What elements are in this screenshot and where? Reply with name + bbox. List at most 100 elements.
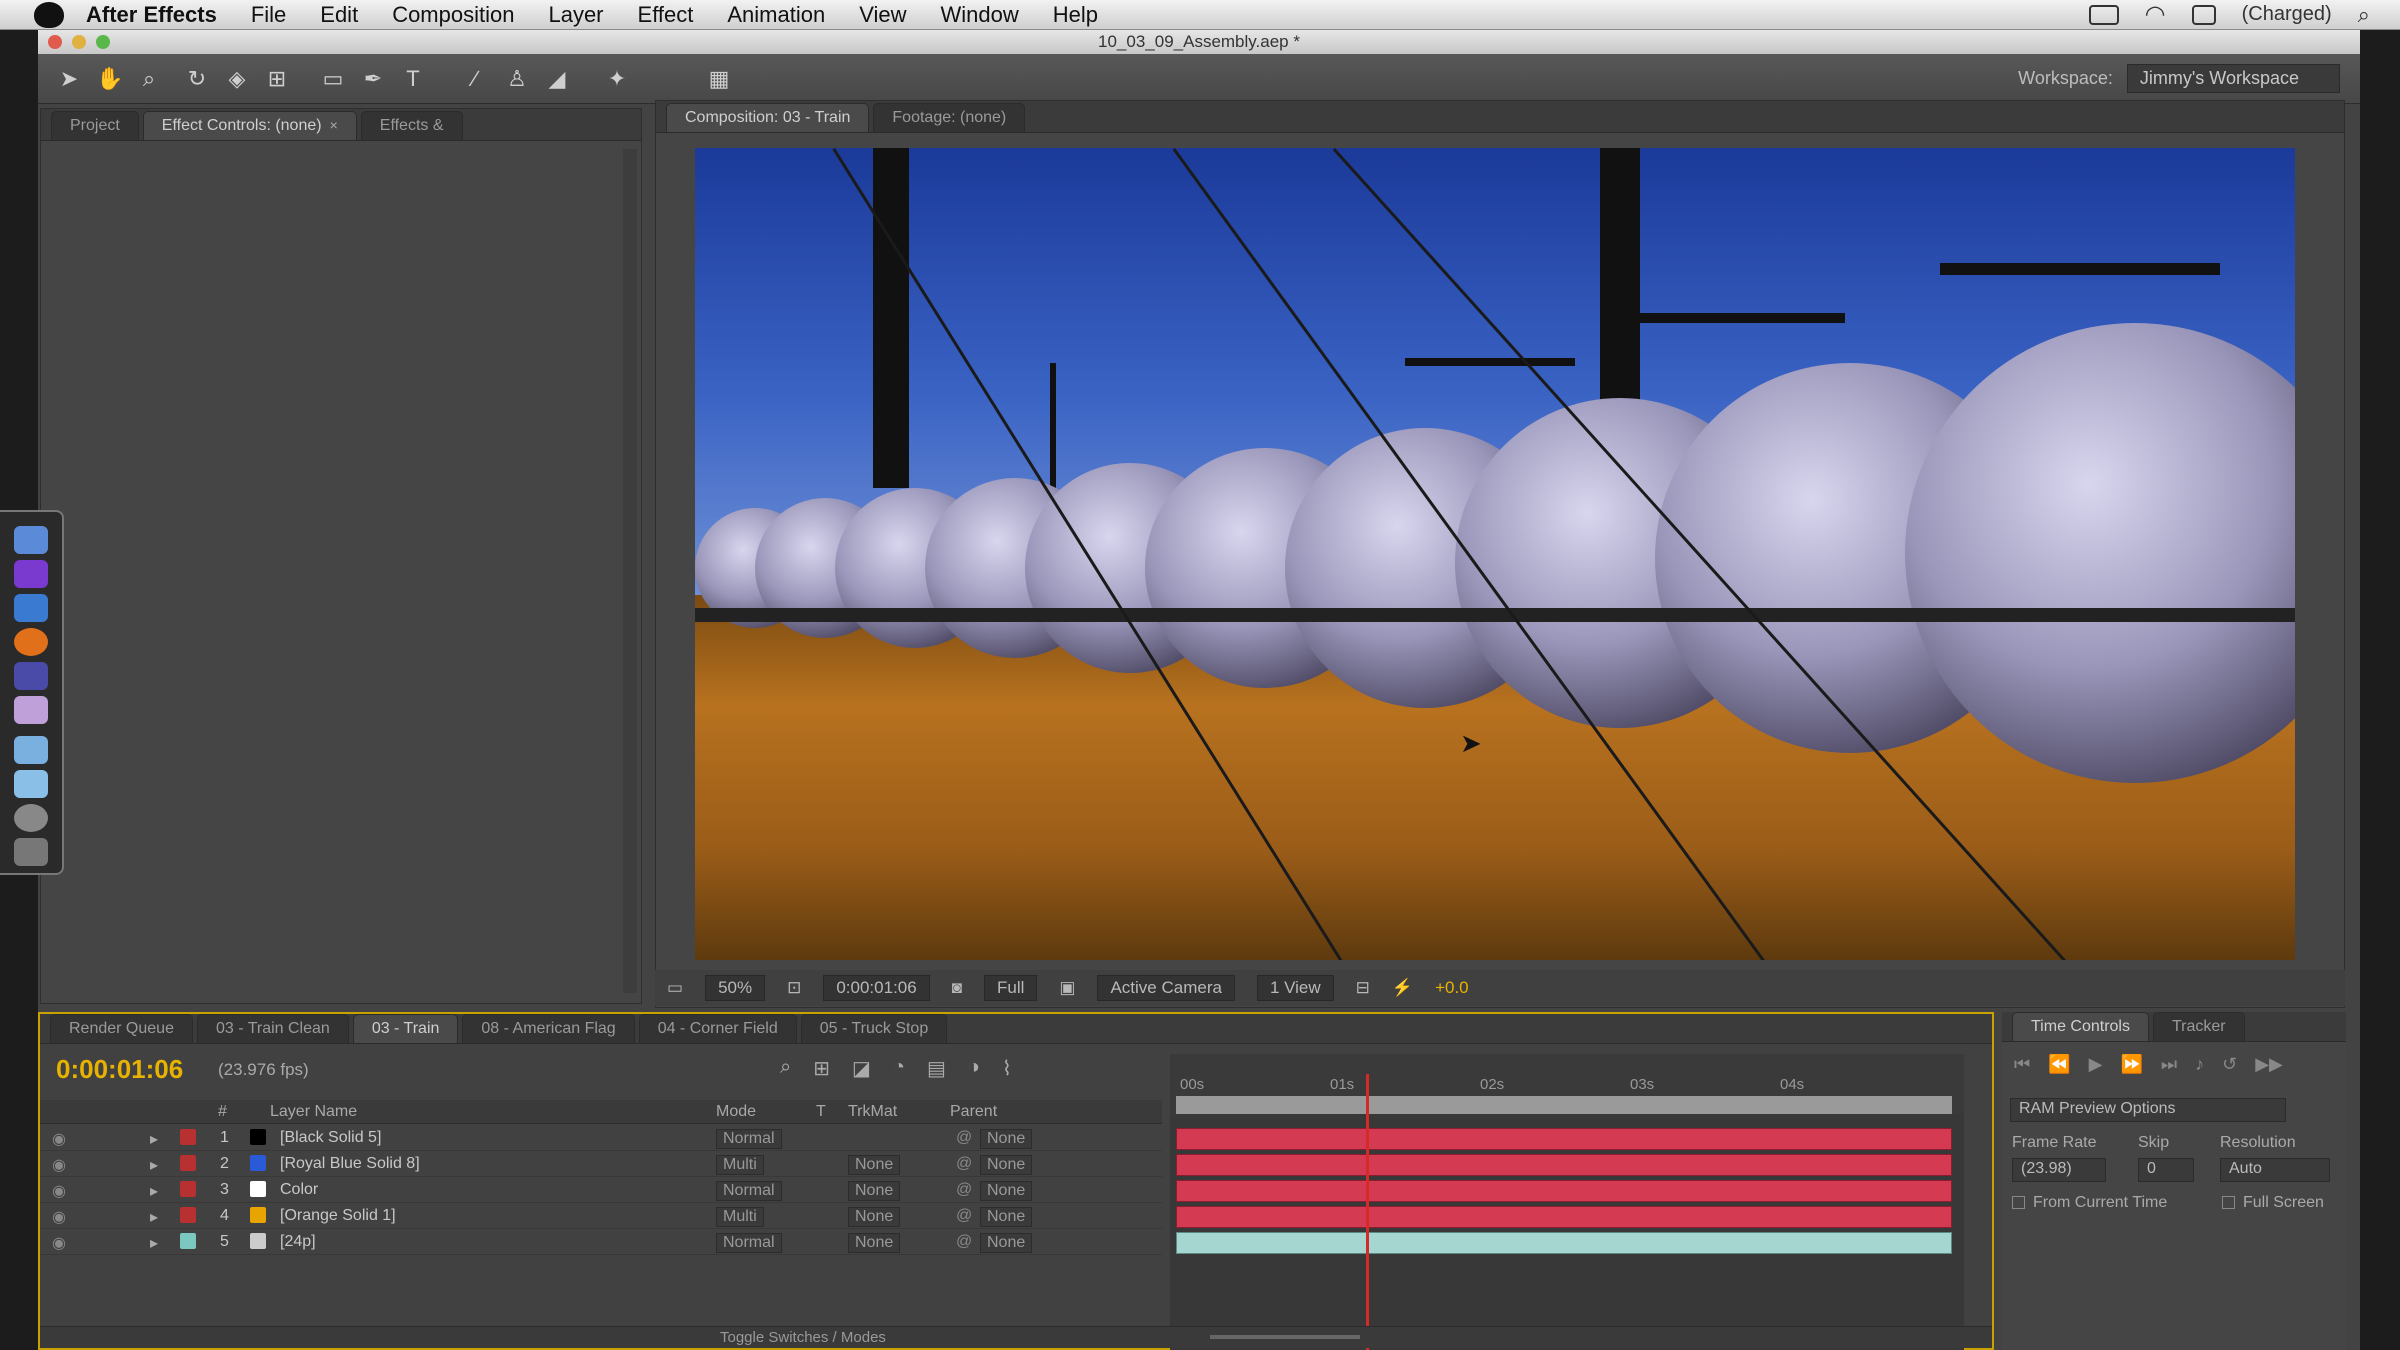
checkbox-icon[interactable] bbox=[2012, 1196, 2025, 1210]
expand-arrow-icon[interactable]: ▸ bbox=[150, 1129, 158, 1149]
camera-tool-icon[interactable]: ◈ bbox=[224, 66, 250, 92]
draft-3d-icon[interactable]: ◪ bbox=[852, 1056, 871, 1081]
tab-effects-presets[interactable]: Effects & bbox=[360, 111, 463, 140]
toggle-pixel-aspect-icon[interactable]: ⊟ bbox=[1356, 978, 1370, 998]
previous-frame-icon[interactable]: ⏪ bbox=[2048, 1054, 2070, 1075]
trkmat-select[interactable]: None bbox=[848, 1155, 901, 1175]
app-name[interactable]: After Effects bbox=[86, 2, 217, 28]
layer-bar[interactable] bbox=[1176, 1232, 1952, 1254]
menu-view[interactable]: View bbox=[859, 2, 906, 28]
first-frame-icon[interactable]: ⏮ bbox=[2014, 1054, 2030, 1075]
view-layout-select[interactable]: 1 View bbox=[1256, 975, 1334, 1001]
expand-arrow-icon[interactable]: ▸ bbox=[150, 1233, 158, 1253]
table-row[interactable]: ◉ ▸ 4 [Orange Solid 1] Multi None @ None bbox=[40, 1204, 1162, 1229]
close-icon[interactable]: × bbox=[330, 117, 338, 133]
expand-arrow-icon[interactable]: ▸ bbox=[150, 1155, 158, 1175]
apple-icon[interactable] bbox=[34, 1, 64, 28]
pickwhip-icon[interactable]: @ bbox=[956, 1155, 972, 1173]
layer-bar[interactable] bbox=[1176, 1154, 1952, 1176]
layer-name[interactable]: [Black Solid 5] bbox=[280, 1129, 381, 1147]
menu-edit[interactable]: Edit bbox=[320, 2, 358, 28]
work-area-bar[interactable] bbox=[1176, 1096, 1952, 1114]
checkbox-icon[interactable] bbox=[2222, 1196, 2235, 1210]
frame-blending-icon[interactable]: ▤ bbox=[927, 1056, 946, 1081]
skip-select[interactable]: 0 bbox=[2138, 1158, 2194, 1182]
tab-train-clean[interactable]: 03 - Train Clean bbox=[196, 1014, 349, 1043]
zoom-window-icon[interactable] bbox=[96, 35, 110, 49]
camera-select[interactable]: Active Camera bbox=[1097, 975, 1235, 1001]
resolution-select[interactable]: Auto bbox=[2220, 1158, 2330, 1182]
brush-tool-icon[interactable]: ∕ bbox=[462, 66, 488, 92]
label-color[interactable] bbox=[180, 1155, 196, 1171]
table-row[interactable]: ◉ ▸ 3 Color Normal None @ None bbox=[40, 1178, 1162, 1203]
comp-mini-flowchart-icon[interactable]: ⊞ bbox=[813, 1056, 830, 1081]
rectangle-tool-icon[interactable]: ▭ bbox=[320, 66, 346, 92]
ram-preview-select[interactable]: RAM Preview Options bbox=[2010, 1098, 2286, 1122]
frame-rate-select[interactable]: (23.98) bbox=[2012, 1158, 2106, 1182]
tab-tracker[interactable]: Tracker bbox=[2152, 1012, 2245, 1041]
battery-status[interactable]: (Charged) bbox=[2242, 3, 2332, 26]
zoom-tool-icon[interactable]: ⌕ bbox=[136, 66, 162, 92]
magnification-select[interactable]: 50% bbox=[705, 975, 766, 1001]
layer-bar[interactable] bbox=[1176, 1180, 1952, 1202]
folder-icon[interactable] bbox=[14, 770, 48, 798]
trkmat-select[interactable]: None bbox=[848, 1233, 901, 1253]
mode-select[interactable]: Normal bbox=[716, 1181, 782, 1201]
panel-scrollbar[interactable] bbox=[623, 149, 637, 993]
eye-icon[interactable]: ◉ bbox=[52, 1181, 66, 1201]
menu-composition[interactable]: Composition bbox=[392, 2, 514, 28]
snapshot-icon[interactable]: ◙ bbox=[952, 978, 962, 998]
time-ruler[interactable]: 00s 01s 02s 03s 04s bbox=[1170, 1054, 1964, 1114]
tab-composition[interactable]: Composition: 03 - Train bbox=[666, 103, 870, 132]
mode-select[interactable]: Normal bbox=[716, 1233, 782, 1253]
wifi-icon[interactable]: ◠ bbox=[2145, 0, 2166, 29]
table-row[interactable]: ◉ ▸ 1 [Black Solid 5] Normal @ None bbox=[40, 1126, 1162, 1151]
menu-help[interactable]: Help bbox=[1053, 2, 1098, 28]
puppet-pin-icon[interactable]: ✦ bbox=[604, 66, 630, 92]
eye-icon[interactable]: ◉ bbox=[52, 1129, 66, 1149]
last-frame-icon[interactable]: ⏭ bbox=[2161, 1054, 2177, 1075]
tab-footage[interactable]: Footage: (none) bbox=[873, 103, 1026, 132]
pickwhip-icon[interactable]: @ bbox=[956, 1181, 972, 1199]
menu-window[interactable]: Window bbox=[941, 2, 1019, 28]
parent-select[interactable]: None bbox=[980, 1155, 1033, 1175]
expand-arrow-icon[interactable]: ▸ bbox=[150, 1181, 158, 1201]
tab-project[interactable]: Project bbox=[51, 111, 139, 140]
trash-icon[interactable] bbox=[14, 838, 48, 866]
trkmat-select[interactable]: None bbox=[848, 1207, 901, 1227]
loop-icon[interactable]: ↺ bbox=[2222, 1054, 2237, 1075]
firefox-icon[interactable] bbox=[14, 628, 48, 656]
hand-tool-icon[interactable]: ✋ bbox=[96, 66, 123, 92]
layer-name[interactable]: [Royal Blue Solid 8] bbox=[280, 1155, 420, 1173]
close-window-icon[interactable] bbox=[48, 35, 62, 49]
mode-select[interactable]: Normal bbox=[716, 1129, 782, 1149]
display-icon[interactable] bbox=[2088, 4, 2119, 25]
app-icon[interactable] bbox=[14, 560, 48, 588]
snapping-icon[interactable]: ▦ bbox=[706, 66, 732, 92]
column-layer-name[interactable]: Layer Name bbox=[270, 1103, 357, 1121]
next-frame-icon[interactable]: ⏩ bbox=[2120, 1054, 2142, 1075]
graph-editor-icon[interactable]: ⌇ bbox=[1002, 1056, 1012, 1081]
spotlight-icon[interactable]: ⌕ bbox=[2358, 2, 2370, 28]
trkmat-select[interactable]: None bbox=[848, 1181, 901, 1201]
app-icon[interactable] bbox=[14, 594, 48, 622]
minimize-window-icon[interactable] bbox=[72, 35, 86, 49]
audio-icon[interactable]: ♪ bbox=[2195, 1054, 2204, 1075]
from-current-time-checkbox[interactable]: From Current Time bbox=[2012, 1194, 2167, 1212]
tab-render-queue[interactable]: Render Queue bbox=[50, 1014, 193, 1043]
time-graph[interactable]: 00s 01s 02s 03s 04s bbox=[1170, 1054, 1964, 1350]
folder-icon[interactable] bbox=[14, 736, 48, 764]
motion-blur-icon[interactable]: ◑ bbox=[968, 1056, 980, 1081]
eraser-icon[interactable]: ◢ bbox=[544, 66, 570, 92]
tab-truck-stop[interactable]: 05 - Truck Stop bbox=[800, 1014, 948, 1043]
parent-select[interactable]: None bbox=[980, 1233, 1033, 1253]
composition-viewer[interactable]: ➤ bbox=[695, 148, 2295, 960]
resolution-select[interactable]: Full bbox=[983, 975, 1038, 1001]
pickwhip-icon[interactable]: @ bbox=[956, 1207, 972, 1225]
current-time-indicator[interactable] bbox=[1366, 1074, 1369, 1350]
battery-icon[interactable] bbox=[2191, 4, 2216, 25]
search-icon[interactable]: ⌕ bbox=[780, 1056, 791, 1081]
pickwhip-icon[interactable]: @ bbox=[956, 1233, 972, 1251]
mode-select[interactable]: Multi bbox=[716, 1155, 764, 1175]
fast-previews-icon[interactable]: ⚡ bbox=[1392, 978, 1413, 998]
